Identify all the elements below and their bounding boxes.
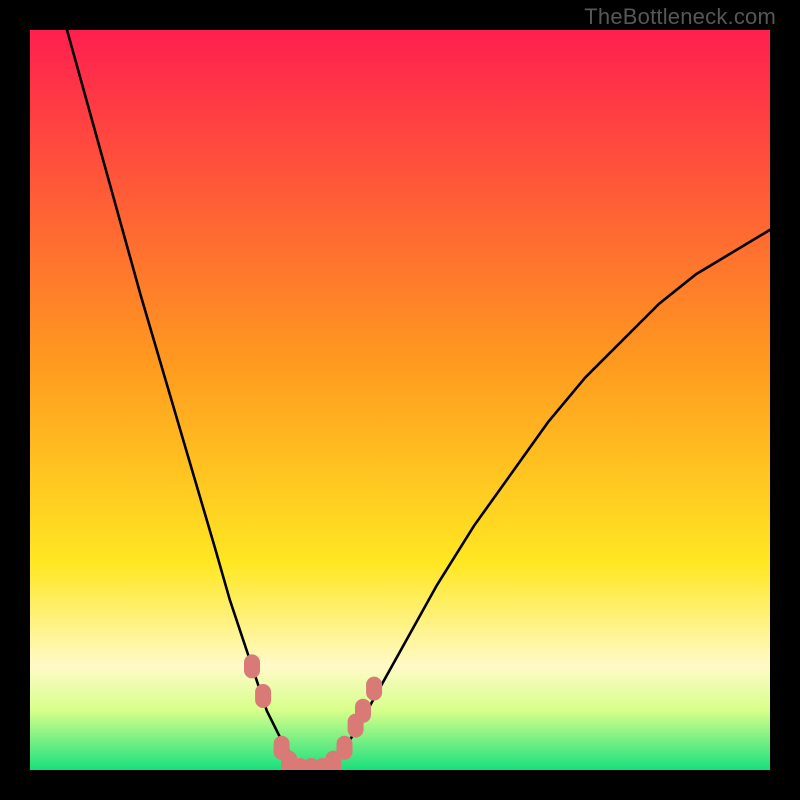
- data-marker: [366, 677, 382, 701]
- chart-frame: TheBottleneck.com: [0, 0, 800, 800]
- data-marker: [244, 654, 260, 678]
- gradient-background: [30, 30, 770, 770]
- data-marker: [355, 699, 371, 723]
- data-marker: [337, 736, 353, 760]
- watermark-text: TheBottleneck.com: [584, 4, 776, 30]
- data-marker: [255, 684, 271, 708]
- bottleneck-curve-chart: [30, 30, 770, 770]
